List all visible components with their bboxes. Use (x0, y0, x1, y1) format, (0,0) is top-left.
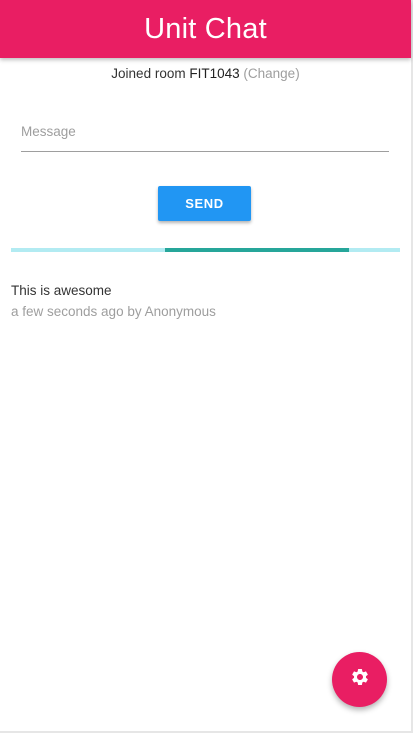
settings-button[interactable] (332, 652, 387, 707)
message-input[interactable] (21, 112, 389, 152)
gear-icon (350, 667, 370, 692)
progress-bar (11, 248, 400, 252)
app-title: Unit Chat (144, 12, 267, 45)
list-item: This is awesome a few seconds ago by Ano… (11, 282, 401, 320)
room-code: FIT1043 (189, 66, 240, 81)
room-prefix: Joined room (111, 66, 186, 81)
change-room-link[interactable]: (Change) (243, 66, 299, 81)
message-meta: a few seconds ago by Anonymous (11, 304, 216, 319)
room-status: Joined room FIT1043 (Change) (0, 66, 411, 81)
message-text: This is awesome (11, 283, 112, 298)
app-window: Unit Chat Joined room FIT1043 (Change) S… (0, 0, 413, 733)
app-bar: Unit Chat (0, 0, 411, 58)
send-button[interactable]: SEND (158, 186, 251, 221)
progress-bar-fill (165, 248, 349, 252)
